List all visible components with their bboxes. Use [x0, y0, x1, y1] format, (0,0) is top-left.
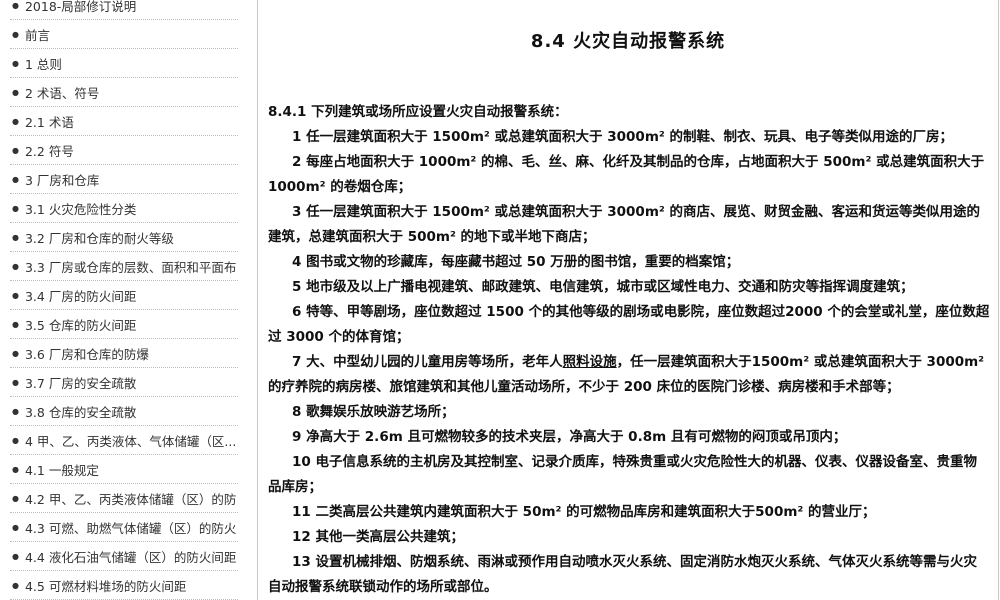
toc-item-label: 4.2 甲、乙、丙类液体储罐（区）的防 — [24, 491, 237, 507]
toc-item[interactable]: ● 3.2 厂房和仓库的耐火等级 — [10, 223, 238, 252]
toc-item[interactable]: ● 4.1 一般规定 — [10, 455, 238, 484]
toc-item[interactable]: ● 4.3 可燃、助燃气体储罐（区）的防火 — [10, 513, 238, 542]
bullet-icon: ● — [12, 580, 19, 590]
bullet-icon: ● — [12, 261, 19, 271]
bullet-icon: ● — [12, 174, 19, 184]
toc-item-label: 4.5 可燃材料堆场的防火间距 — [24, 578, 187, 594]
clause-item-13: 13 设置机械排烟、防烟系统、雨淋或预作用自动喷水灭火系统、固定消防水炮灭火系统… — [268, 554, 977, 595]
toc-item-label: 4.4 液化石油气储罐（区）的防火间距 — [24, 549, 237, 565]
document-content: 8.4 火灾自动报警系统 8.4.1 下列建筑或场所应设置火灾自动报警系统： 1… — [257, 0, 999, 600]
toc-item[interactable]: ● 3.8 仓库的安全疏散 — [10, 397, 238, 426]
clause-item-4: 4 图书或文物的珍藏库，每座藏书超过 50 万册的图书馆，重要的档案馆； — [292, 254, 740, 270]
toc-item[interactable]: ● 1 总则 — [10, 49, 238, 78]
clause-item-7: 7 大、中型幼儿园的儿童用房等场所，老年人照料设施，任一层建筑面积大于1500m… — [268, 350, 990, 400]
clause-item-8: 8 歌舞娱乐放映游艺场所； — [292, 404, 455, 420]
toc-item[interactable]: ● 2.1 术语 — [10, 107, 238, 136]
toc-item-label: 2.2 符号 — [24, 143, 74, 159]
toc-item[interactable]: ● 4 甲、乙、丙类液体、气体储罐（区... — [10, 426, 238, 455]
bullet-icon: ● — [12, 58, 19, 68]
toc-item[interactable]: ● 2 术语、符号 — [10, 78, 238, 107]
toc-item-label: 3.7 厂房的安全疏散 — [24, 375, 137, 391]
toc-item-label: 4.1 一般规定 — [24, 462, 99, 478]
toc-list: ● 2018-局部修订说明 ● 前言 ● 1 总则 ● 2 术语、符号 ● 2.1 术语 … — [0, 0, 246, 600]
toc-item[interactable]: ● 2018-局部修订说明 — [10, 0, 238, 20]
toc-item[interactable]: ● 前言 — [10, 20, 238, 49]
bullet-icon: ● — [12, 290, 19, 300]
toc-item-label: 3.6 厂房和仓库的防爆 — [24, 346, 149, 362]
bullet-icon: ● — [12, 464, 19, 474]
toc-item-label: 3 厂房和仓库 — [24, 172, 100, 188]
clause-item-1: 1 任一层建筑面积大于 1500m² 或总建筑面积大于 3000m² 的制鞋、制… — [292, 129, 953, 145]
pane-gap — [246, 0, 256, 600]
section-body: 8.4.1 下列建筑或场所应设置火灾自动报警系统： 1 任一层建筑面积大于 15… — [268, 100, 990, 600]
toc-item[interactable]: ● 3.4 厂房的防火间距 — [10, 281, 238, 310]
toc-item[interactable]: ● 3.7 厂房的安全疏散 — [10, 368, 238, 397]
toc-item[interactable]: ● 4.4 液化石油气储罐（区）的防火间距 — [10, 542, 238, 571]
toc-item-label: 4.3 可燃、助燃气体储罐（区）的防火 — [24, 520, 237, 536]
clause-item-6: 6 特等、甲等剧场，座位数超过 1500 个的其他等级的剧场或电影院，座位数超过… — [268, 304, 990, 345]
bullet-icon: ● — [12, 348, 19, 358]
toc-item-label: 2018-局部修订说明 — [24, 0, 137, 14]
bullet-icon: ● — [12, 551, 19, 561]
clause-item-2: 2 每座占地面积大于 1000m² 的棉、毛、丝、麻、化纤及其制品的仓库，占地面… — [268, 154, 985, 195]
toc-item-label: 3.8 仓库的安全疏散 — [24, 404, 137, 420]
toc-item-label: 3.5 仓库的防火间距 — [24, 317, 137, 333]
bullet-icon: ● — [12, 0, 19, 10]
toc-item[interactable]: ● 4.5 可燃材料堆场的防火间距 — [10, 571, 238, 600]
bullet-icon: ● — [12, 145, 19, 155]
clause-item-3: 3 任一层建筑面积大于 1500m² 或总建筑面积大于 3000m² 的商店、展… — [268, 204, 980, 245]
toc-item[interactable]: ● 3.5 仓库的防火间距 — [10, 310, 238, 339]
toc-item-label: 3.4 厂房的防火间距 — [24, 288, 137, 304]
toc-item[interactable]: ● 3 厂房和仓库 — [10, 165, 238, 194]
bullet-icon: ● — [12, 116, 19, 126]
toc-item[interactable]: ● 2.2 符号 — [10, 136, 238, 165]
toc-sidebar: ● 2018-局部修订说明 ● 前言 ● 1 总则 ● 2 术语、符号 ● 2.1 术语 … — [0, 0, 247, 600]
bullet-icon: ● — [12, 522, 19, 532]
toc-item-label: 3.1 火灾危险性分类 — [24, 201, 137, 217]
toc-item-label: 3.3 厂房或仓库的层数、面积和平面布 — [24, 259, 237, 275]
toc-item-label: 前言 — [24, 27, 50, 43]
section-title: 8.4 火灾自动报警系统 — [530, 31, 726, 52]
toc-item[interactable]: ● 3.6 厂房和仓库的防爆 — [10, 339, 238, 368]
bullet-icon: ● — [12, 232, 19, 242]
bullet-icon: ● — [12, 203, 19, 213]
clause-item-10: 10 电子信息系统的主机房及其控制室、记录介质库，特殊贵重或火灾危险性大的机器、… — [268, 454, 977, 495]
toc-item[interactable]: ● 3.3 厂房或仓库的层数、面积和平面布 — [10, 252, 238, 281]
clause-item-9: 9 净高大于 2.6m 且可燃物较多的技术夹层，净高大于 0.8m 且有可燃物的… — [292, 429, 847, 445]
clause-item-5: 5 地市级及以上广播电视建筑、邮政建筑、电信建筑，城市或区域性电力、交通和防灾等… — [292, 279, 914, 295]
clause-item-7-text-a: 7 大、中型幼儿园的儿童用房等场所，老年人 — [292, 354, 563, 370]
glossary-link[interactable]: 照料设施 — [563, 354, 617, 370]
clause-lead: 8.4.1 下列建筑或场所应设置火灾自动报警系统： — [268, 104, 568, 120]
toc-item-label: 2 术语、符号 — [24, 85, 100, 101]
toc-item-label: 1 总则 — [24, 56, 62, 72]
bullet-icon: ● — [12, 29, 19, 39]
clause-item-12: 12 其他一类高层公共建筑； — [292, 529, 464, 545]
bullet-icon: ● — [12, 319, 19, 329]
bullet-icon: ● — [12, 87, 19, 97]
toc-item[interactable]: ● 4.2 甲、乙、丙类液体储罐（区）的防 — [10, 484, 238, 513]
bullet-icon: ● — [12, 493, 19, 503]
bullet-icon: ● — [12, 406, 19, 416]
toc-item-label: 3.2 厂房和仓库的耐火等级 — [24, 230, 174, 246]
toc-item-label: 4 甲、乙、丙类液体、气体储罐（区... — [24, 433, 237, 449]
toc-item[interactable]: ● 3.1 火灾危险性分类 — [10, 194, 238, 223]
toc-item-label: 2.1 术语 — [24, 114, 74, 130]
bullet-icon: ● — [12, 435, 19, 445]
clause-item-11: 11 二类高层公共建筑内建筑面积大于 50m² 的可燃物品库房和建筑面积大于50… — [292, 504, 876, 520]
bullet-icon: ● — [12, 377, 19, 387]
